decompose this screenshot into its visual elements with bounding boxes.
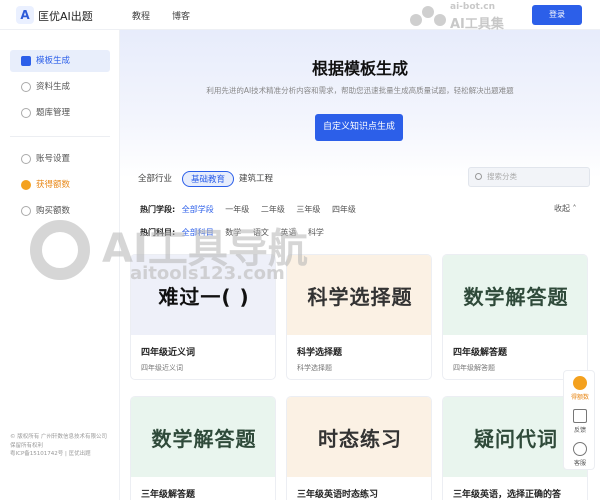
card-subtitle: 四年级近义词: [141, 364, 183, 372]
industry-tab-all[interactable]: 全部行业: [138, 171, 172, 187]
stage-option[interactable]: 三年级: [296, 205, 320, 214]
cart-icon: [21, 206, 31, 216]
card-title: 科学选择题: [297, 348, 343, 358]
sidebar-item-library[interactable]: 题库管理: [10, 102, 110, 124]
watermark-url: aitools123.com: [130, 263, 285, 284]
floating-panel: 得额数 反馈 客服: [563, 370, 595, 470]
sidebar-item-label: 资料生成: [36, 82, 71, 92]
footer-line: © 版权所有 广州轩数信息技术有限公司: [10, 434, 107, 440]
watermark-name: AI工具集: [450, 17, 504, 32]
template-card[interactable]: 时态练习 三年级英语时态练习: [286, 396, 432, 500]
custom-knowledge-button[interactable]: 自定义知识点生成: [315, 114, 403, 141]
float-support[interactable]: 客服: [564, 439, 596, 471]
card-banner: 数学解答题: [443, 255, 587, 335]
search-placeholder: 搜索分类: [487, 172, 517, 181]
document-icon: [21, 82, 31, 92]
watermark-site: ai-bot.cn: [450, 2, 495, 12]
sidebar-item-material[interactable]: 资料生成: [10, 76, 110, 98]
template-card[interactable]: 数学解答题 三年级解答题: [130, 396, 276, 500]
top-bar: A 匡优AI出题 教程 博客 ai-bot.cn AI工具集 登录: [0, 0, 600, 32]
user-icon: [21, 154, 31, 164]
login-button[interactable]: 登录: [532, 5, 582, 25]
coin-icon: [21, 180, 31, 190]
library-icon: [21, 108, 31, 118]
float-feedback[interactable]: 反馈: [564, 406, 596, 438]
card-banner: 时态练习: [287, 397, 431, 477]
card-title: 三年级解答题: [141, 490, 196, 500]
stage-filter-label: 热门学段:: [140, 205, 176, 214]
sidebar-item-label: 模板生成: [36, 56, 71, 66]
template-card[interactable]: 数学解答题 四年级解答题 四年级解答题: [442, 254, 588, 380]
collapse-toggle[interactable]: 收起 ˄: [554, 203, 577, 214]
chat-icon: [573, 442, 587, 456]
sidebar-divider: [10, 136, 110, 137]
card-title: 三年级英语时态练习: [297, 490, 379, 500]
card-title: 三年级英语，选择正确的答: [453, 490, 562, 500]
watermark-swirl-icon: [30, 220, 90, 280]
stage-option[interactable]: 四年级: [332, 205, 356, 214]
page-title: 根据模板生成: [311, 59, 408, 78]
sidebar-item-account[interactable]: 账号设置: [10, 148, 110, 170]
card-banner: 数学解答题: [131, 397, 275, 477]
sidebar-item-template[interactable]: 模板生成: [10, 50, 110, 72]
copyright-footer: © 版权所有 广州轩数信息技术有限公司 保留所有权利 粤ICP备15101742…: [10, 433, 118, 459]
sidebar-item-label: 账号设置: [36, 154, 71, 164]
sidebar-item-label: 题库管理: [36, 108, 71, 118]
nav-tutorial[interactable]: 教程: [132, 9, 150, 22]
float-label: 客服: [573, 460, 586, 467]
float-get-credits[interactable]: 得额数: [564, 373, 596, 405]
stage-option[interactable]: 一年级: [225, 205, 249, 214]
sidebar-item-label: 购买额数: [36, 206, 71, 216]
page-subtitle: 利用先进的AI技术精准分析内容和需求，帮助您迅速批量生成高质量试题，轻松解决出题…: [206, 86, 514, 95]
float-label: 反馈: [573, 427, 586, 434]
industry-tab-basic-education[interactable]: 基础教育: [182, 171, 235, 187]
hero-banner: 根据模板生成 利用先进的AI技术精准分析内容和需求，帮助您迅速批量生成高质量试题…: [120, 30, 600, 178]
nav-blog[interactable]: 博客: [172, 9, 190, 22]
footer-line: 保留所有权利: [10, 442, 44, 449]
watermark-logo-icon: [410, 6, 446, 26]
search-icon: [475, 173, 482, 180]
stage-filter: 热门学段: 全部学段 一年级 二年级 三年级 四年级: [140, 204, 365, 215]
card-subtitle: 科学选择题: [297, 364, 332, 372]
coin-icon: [573, 376, 587, 390]
chevron-up-icon: ˄: [572, 204, 577, 213]
card-title: 四年级解答题: [453, 348, 508, 358]
card-title: 四年级近义词: [141, 348, 196, 358]
watermark-corner: ai-bot.cn AI工具集: [410, 2, 528, 32]
brand-name[interactable]: 匡优AI出题: [38, 8, 93, 24]
stage-option[interactable]: 二年级: [261, 205, 285, 214]
app-logo-icon[interactable]: A: [16, 6, 34, 24]
sidebar-item-get-credits[interactable]: 获得额数: [10, 174, 110, 196]
industry-tab-construction[interactable]: 建筑工程: [239, 171, 273, 187]
float-label: 得额数: [570, 394, 589, 401]
template-icon: [21, 56, 31, 66]
collapse-label: 收起: [554, 204, 570, 213]
mail-icon: [573, 409, 587, 423]
footer-line[interactable]: 粤ICP备15101742号 | 匡优出题: [10, 450, 118, 459]
card-subtitle: 四年级解答题: [453, 364, 495, 372]
sidebar-item-label: 获得额数: [36, 180, 71, 190]
stage-option[interactable]: 全部学段: [182, 205, 214, 214]
category-search-input[interactable]: 搜索分类: [468, 167, 590, 187]
